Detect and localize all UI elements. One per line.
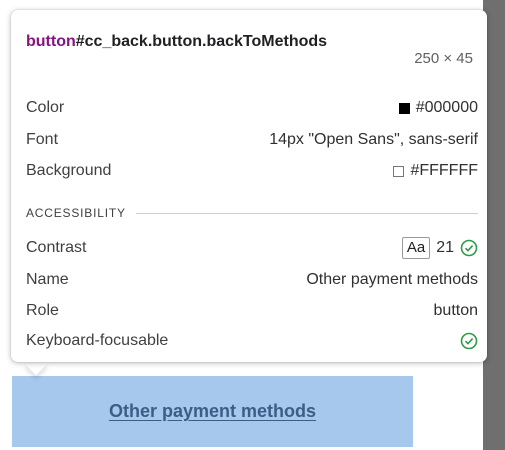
font-row: Font 14px "Open Sans", sans-serif — [26, 128, 478, 152]
role-row: Role button — [26, 299, 478, 323]
other-payment-methods-button[interactable]: Other payment methods — [12, 376, 413, 447]
font-value: 14px "Open Sans", sans-serif — [269, 131, 478, 148]
contrast-row: Contrast Aa 21 — [26, 236, 478, 260]
selector-tag: button — [26, 33, 76, 50]
color-value: #000000 — [415, 99, 478, 116]
check-circle-icon — [460, 332, 478, 350]
color-swatch-icon — [398, 102, 410, 114]
accessibility-section-header: ACCESSIBILITY — [26, 206, 478, 220]
role-value: button — [433, 302, 478, 319]
background-value: #FFFFFF — [410, 162, 478, 179]
contrast-value: 21 — [436, 239, 454, 256]
color-row: Color #000000 — [26, 96, 478, 120]
name-label: Name — [26, 271, 69, 288]
contrast-label: Contrast — [26, 239, 87, 256]
section-divider — [135, 212, 478, 214]
accessibility-heading: ACCESSIBILITY — [26, 206, 126, 220]
keyboard-focusable-label: Keyboard-focusable — [26, 332, 169, 349]
inspect-tooltip: button#cc_back.button.backToMethods 250 … — [11, 10, 487, 362]
role-label: Role — [26, 302, 59, 319]
name-row: Name Other payment methods — [26, 268, 478, 292]
color-label: Color — [26, 99, 65, 116]
font-label: Font — [26, 131, 59, 148]
element-selector: button#cc_back.button.backToMethods — [26, 30, 386, 54]
background-swatch-icon — [393, 165, 405, 177]
element-dimensions: 250 × 45 — [414, 50, 473, 67]
contrast-sample-badge: Aa — [401, 237, 431, 259]
name-value: Other payment methods — [306, 271, 478, 288]
background-row: Background #FFFFFF — [26, 159, 478, 183]
keyboard-focusable-row: Keyboard-focusable — [26, 329, 478, 353]
other-payment-methods-label: Other payment methods — [108, 401, 317, 421]
background-label: Background — [26, 162, 112, 179]
check-circle-icon — [460, 239, 478, 257]
selector-id-classes: #cc_back.button.backToMethods — [75, 33, 328, 50]
